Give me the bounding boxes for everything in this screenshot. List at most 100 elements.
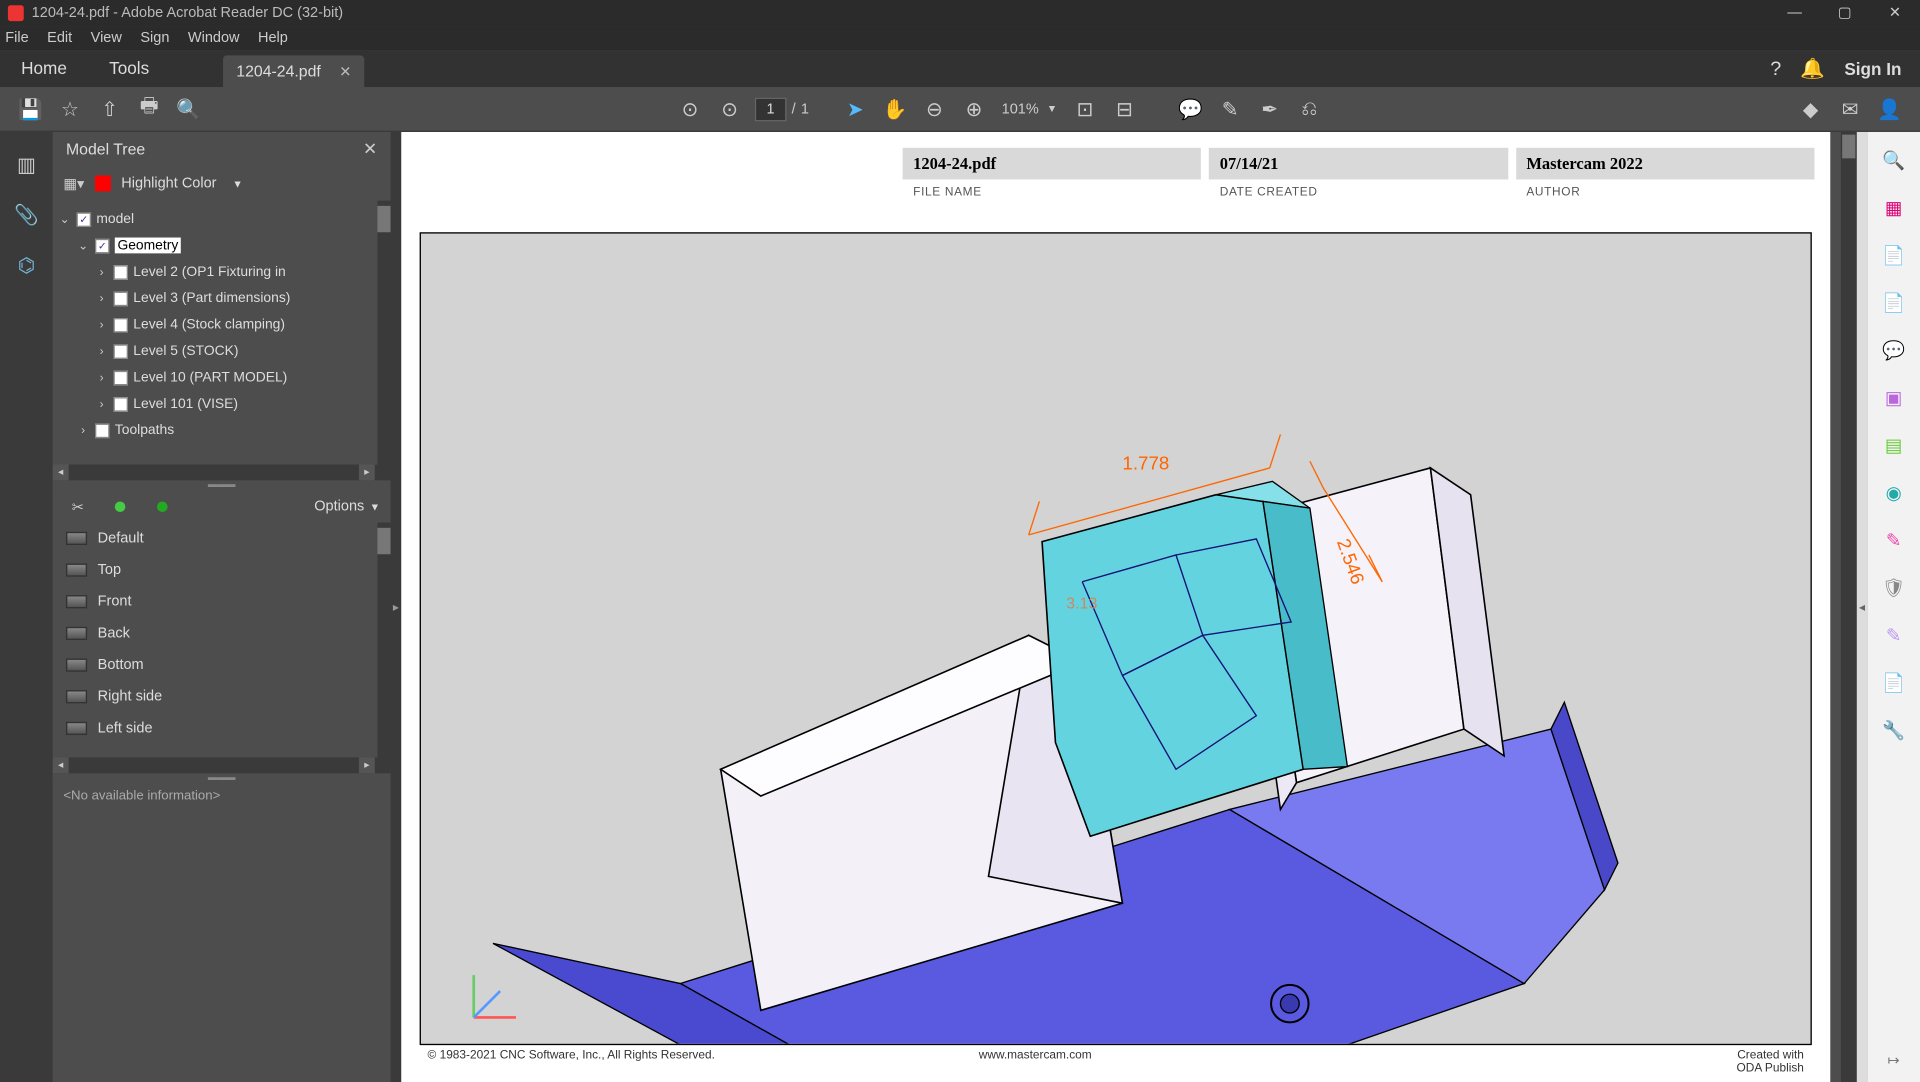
- tree-node-level3[interactable]: ›Level 3 (Part dimensions): [53, 285, 391, 311]
- print-icon[interactable]: 🖶: [131, 90, 168, 127]
- collapse-tools-button[interactable]: ◂: [1857, 132, 1868, 1082]
- menu-help[interactable]: Help: [258, 30, 288, 46]
- tool-send-icon[interactable]: 📄: [1879, 668, 1908, 697]
- views-hscrollbar[interactable]: ◂▸: [53, 757, 391, 773]
- mail-icon[interactable]: ✉: [1832, 90, 1869, 127]
- menu-sign[interactable]: Sign: [140, 30, 169, 46]
- tab-tools[interactable]: Tools: [88, 50, 170, 87]
- tree-node-level10[interactable]: ›Level 10 (PART MODEL): [53, 364, 391, 390]
- created-with-1: Created with: [1737, 1048, 1804, 1061]
- panel-grip[interactable]: ▬▬▬: [53, 773, 391, 784]
- tabbar: Home Tools 1204-24.pdf ✕ ? 🔔 Sign In: [0, 50, 1920, 87]
- tool-more-icon[interactable]: 🔧: [1879, 715, 1908, 744]
- tool-organize-icon[interactable]: ▤: [1879, 430, 1908, 459]
- tree-node-level4[interactable]: ›Level 4 (Stock clamping): [53, 311, 391, 337]
- page-down-icon[interactable]: ⊙: [711, 90, 748, 127]
- comment-icon[interactable]: 💬: [1172, 90, 1209, 127]
- tool-create-icon[interactable]: 📄: [1879, 288, 1908, 317]
- display-mode-icon[interactable]: ▦▾: [63, 175, 84, 192]
- view-bottom[interactable]: Bottom: [53, 649, 391, 681]
- tool-export-icon[interactable]: ▦: [1879, 193, 1908, 222]
- document-area: 1204-24.pdf FILE NAME 07/14/21 DATE CREA…: [401, 132, 1857, 1082]
- zoom-out-icon[interactable]: ⊖: [916, 90, 953, 127]
- hand-icon[interactable]: ✋: [876, 90, 913, 127]
- thumbnails-icon[interactable]: ▥: [12, 150, 41, 179]
- tool-edit-icon[interactable]: 📄: [1879, 240, 1908, 269]
- date-created-value: 07/14/21: [1209, 148, 1508, 180]
- views-list: Default Top Front Back Bottom Right side…: [53, 523, 391, 758]
- panel-grip[interactable]: ▬▬▬: [53, 480, 391, 491]
- tool-search-icon[interactable]: 🔍: [1879, 145, 1908, 174]
- tool-protect-icon[interactable]: 🛡: [1879, 573, 1908, 602]
- views-scrollbar[interactable]: [377, 523, 390, 758]
- highlight-color-label[interactable]: Highlight Color: [121, 176, 216, 192]
- page-vscrollbar[interactable]: [1841, 132, 1857, 1082]
- tab-close-icon[interactable]: ✕: [339, 63, 351, 80]
- tab-home[interactable]: Home: [0, 50, 88, 87]
- view-top[interactable]: Top: [53, 554, 391, 586]
- tree-hscrollbar[interactable]: ◂▸: [53, 464, 391, 480]
- file-name-label: FILE NAME: [903, 179, 1202, 203]
- tree-node-geometry[interactable]: ⌄✓Geometry: [53, 232, 391, 258]
- model-tree-icon[interactable]: ⌬: [12, 251, 41, 280]
- tree-node-model[interactable]: ⌄✓model: [53, 206, 391, 232]
- eraser-icon[interactable]: ◆: [1792, 90, 1829, 127]
- tree-node-level101[interactable]: ›Level 101 (VISE): [53, 391, 391, 417]
- panel-close-icon[interactable]: ✕: [363, 139, 377, 160]
- view-default[interactable]: Default: [53, 523, 391, 555]
- fit-page-icon[interactable]: ⊟: [1106, 90, 1143, 127]
- cursor-icon[interactable]: ➤: [837, 90, 874, 127]
- attachments-icon[interactable]: 📎: [12, 201, 41, 230]
- play-button[interactable]: [106, 495, 135, 519]
- menu-edit[interactable]: Edit: [47, 30, 72, 46]
- tree-node-level2[interactable]: ›Level 2 (OP1 Fixturing in: [53, 259, 391, 285]
- record-button[interactable]: [148, 495, 177, 519]
- document-header: 1204-24.pdf FILE NAME 07/14/21 DATE CREA…: [903, 148, 1815, 206]
- chevron-down-icon: ▼: [370, 501, 380, 513]
- expand-tools-icon[interactable]: ↦: [1888, 1052, 1900, 1069]
- zoom-level-dropdown[interactable]: 101% ▼: [1002, 101, 1058, 117]
- tool-fill-sign-icon[interactable]: ✎: [1879, 620, 1908, 649]
- highlight-color-swatch[interactable]: [95, 176, 111, 192]
- page-up-icon[interactable]: ⊙: [672, 90, 709, 127]
- menu-window[interactable]: Window: [188, 30, 240, 46]
- tool-comment-icon[interactable]: 💬: [1879, 335, 1908, 364]
- 3d-viewport[interactable]: 1.778 2.546 3.13: [420, 232, 1812, 1045]
- signin-button[interactable]: Sign In: [1844, 59, 1901, 79]
- highlight-icon[interactable]: ✎: [1212, 90, 1249, 127]
- stamp-icon[interactable]: ⎌: [1291, 90, 1328, 127]
- notifications-icon[interactable]: 🔔: [1794, 57, 1831, 81]
- tool-redact-icon[interactable]: ✎: [1879, 525, 1908, 554]
- tree-node-toolpaths[interactable]: ›Toolpaths: [53, 417, 391, 443]
- tree-scrollbar[interactable]: [377, 201, 390, 465]
- file-name-value: 1204-24.pdf: [903, 148, 1202, 180]
- options-dropdown[interactable]: Options ▼: [314, 499, 380, 515]
- help-icon[interactable]: ?: [1757, 57, 1794, 79]
- search-icon[interactable]: 🔍: [170, 90, 207, 127]
- upload-icon[interactable]: ⇧: [91, 90, 128, 127]
- close-button[interactable]: ✕: [1870, 0, 1920, 26]
- menu-view[interactable]: View: [91, 30, 122, 46]
- minimize-button[interactable]: —: [1770, 0, 1820, 26]
- view-tool-icon[interactable]: ✂: [63, 495, 92, 519]
- menu-file[interactable]: File: [5, 30, 28, 46]
- fit-width-icon[interactable]: ⊡: [1066, 90, 1103, 127]
- pdf-page[interactable]: 1204-24.pdf FILE NAME 07/14/21 DATE CREA…: [401, 132, 1830, 1082]
- maximize-button[interactable]: ▢: [1820, 0, 1870, 26]
- tool-combine-icon[interactable]: ▣: [1879, 383, 1908, 412]
- tab-document[interactable]: 1204-24.pdf ✕: [223, 55, 365, 87]
- view-left[interactable]: Left side: [53, 713, 391, 745]
- view-front[interactable]: Front: [53, 586, 391, 618]
- save-icon[interactable]: 💾: [12, 90, 49, 127]
- sign-icon[interactable]: ✒: [1251, 90, 1288, 127]
- tree-node-level5[interactable]: ›Level 5 (STOCK): [53, 338, 391, 364]
- view-back[interactable]: Back: [53, 618, 391, 650]
- collapse-panel-button[interactable]: ▸: [391, 132, 402, 1082]
- zoom-in-icon[interactable]: ⊕: [955, 90, 992, 127]
- star-icon[interactable]: ☆: [51, 90, 88, 127]
- tool-compress-icon[interactable]: ◉: [1879, 478, 1908, 507]
- page-number-input[interactable]: [755, 97, 787, 121]
- view-right[interactable]: Right side: [53, 681, 391, 713]
- tab-document-label: 1204-24.pdf: [236, 62, 321, 80]
- account-icon[interactable]: 👤: [1871, 90, 1908, 127]
